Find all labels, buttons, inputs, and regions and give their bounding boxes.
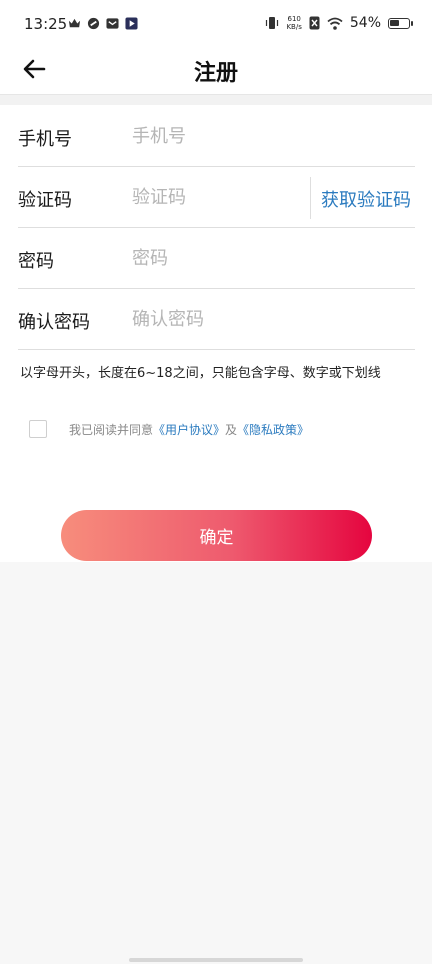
agreement-prefix: 我已阅读并同意 — [69, 422, 154, 437]
status-time: 13:25 — [24, 15, 68, 33]
confirm-password-label: 确认密码 — [18, 312, 90, 333]
home-indicator[interactable] — [129, 958, 303, 962]
crown-icon — [68, 18, 81, 28]
network-speed-unit: KB/s — [286, 23, 302, 31]
battery-icon — [388, 17, 413, 29]
page-title: 注册 — [193, 61, 238, 86]
agreement-conjunction: 及 — [225, 422, 238, 437]
play-icon — [125, 17, 138, 30]
password-label: 密码 — [18, 251, 54, 272]
notification-icons — [68, 17, 138, 30]
code-row: 验证码 获取验证码 — [18, 167, 415, 228]
confirm-password-row: 确认密码 — [18, 289, 415, 350]
code-divider — [310, 177, 311, 219]
network-speed-value: 610 — [287, 15, 301, 23]
privacy-policy-link[interactable]: 《隐私政策》 — [237, 423, 309, 437]
agreement-row: 我已阅读并同意《用户协议》及《隐私政策》 — [29, 420, 309, 438]
network-speed: 610 KB/s — [286, 15, 301, 31]
phone-label: 手机号 — [18, 129, 72, 150]
system-status-icons: 610 KB/s 54% — [265, 15, 413, 31]
password-input[interactable] — [132, 242, 302, 274]
confirm-password-input[interactable] — [132, 303, 302, 335]
mail-icon — [106, 18, 119, 29]
battery-level-fill — [390, 19, 399, 26]
link-icon — [87, 17, 100, 30]
agreement-text: 我已阅读并同意《用户协议》及《隐私政策》 — [69, 421, 309, 438]
battery-percent: 54% — [349, 15, 381, 31]
code-label: 验证码 — [18, 190, 72, 211]
wifi-icon — [327, 17, 343, 30]
status-bar: 13:25 610 KB/s 54% — [0, 0, 432, 50]
agreement-checkbox[interactable] — [29, 420, 47, 438]
user-agreement-link[interactable]: 《用户协议》 — [153, 423, 225, 437]
password-hint: 以字母开头，长度在6~18之间，只能包含字母、数字或下划线 — [20, 366, 381, 381]
vibrate-icon — [266, 17, 279, 29]
password-row: 密码 — [18, 228, 415, 289]
phone-input[interactable] — [132, 120, 302, 152]
sim-off-icon — [309, 16, 320, 30]
nav-header: 注册 — [0, 44, 432, 94]
get-code-button[interactable]: 获取验证码 — [321, 186, 411, 212]
phone-row: 手机号 — [18, 106, 415, 167]
header-divider-band — [0, 94, 432, 105]
confirm-button[interactable]: 确定 — [61, 510, 372, 561]
register-screen: 13:25 610 KB/s 54% 注册 手机号 验证码 — [0, 0, 432, 964]
code-input[interactable] — [132, 181, 302, 213]
